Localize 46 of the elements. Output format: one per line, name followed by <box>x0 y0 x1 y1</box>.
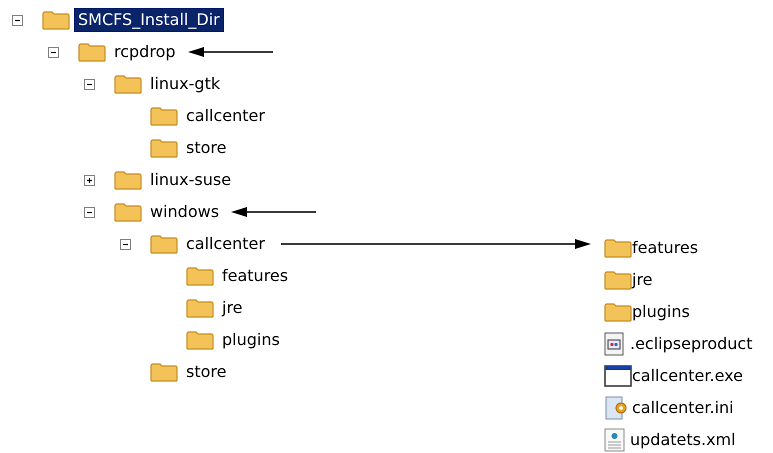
tree-item[interactable]: linux-suse <box>146 168 236 192</box>
tree-item[interactable]: SMCFS_Install_Dir <box>74 8 224 32</box>
folder-icon <box>186 266 214 286</box>
tree-item[interactable]: features <box>218 264 292 288</box>
folder-icon <box>114 202 142 222</box>
collapse-toggle[interactable] <box>84 206 95 218</box>
tree-item[interactable]: plugins <box>218 328 284 352</box>
folder-icon <box>114 74 142 94</box>
collapse-toggle[interactable] <box>84 78 95 90</box>
folder-icon <box>150 106 178 126</box>
file-item[interactable]: callcenter.exe <box>632 364 743 388</box>
folder-icon <box>150 138 178 158</box>
document-icon <box>604 332 626 356</box>
tree-item[interactable]: store <box>182 136 230 160</box>
tree-item[interactable]: callcenter <box>182 232 269 256</box>
folder-icon <box>150 362 178 382</box>
file-item[interactable]: .eclipseproduct <box>630 332 752 356</box>
settings-file-icon <box>604 396 628 420</box>
file-item[interactable]: updatets.xml <box>630 428 736 452</box>
window-icon <box>604 365 632 387</box>
tree-item[interactable]: rcpdrop <box>110 40 180 64</box>
folder-icon <box>186 330 214 350</box>
folder-icon <box>150 234 178 254</box>
tree-item[interactable]: jre <box>218 296 247 320</box>
folder-icon <box>604 302 632 322</box>
folder-icon <box>42 10 70 30</box>
file-item[interactable]: features <box>632 236 698 260</box>
collapse-toggle[interactable] <box>48 46 59 58</box>
tree-item[interactable]: windows <box>146 200 224 224</box>
collapse-toggle[interactable] <box>12 14 23 26</box>
collapse-toggle[interactable] <box>120 238 131 250</box>
folder-icon <box>78 42 106 62</box>
folder-icon <box>604 238 632 258</box>
arrow-icon <box>188 46 273 58</box>
expand-toggle[interactable] <box>84 174 95 186</box>
file-item[interactable]: plugins <box>632 300 690 324</box>
folder-icon <box>114 170 142 190</box>
arrow-icon <box>231 206 316 218</box>
file-item[interactable]: callcenter.ini <box>632 396 734 420</box>
folder-icon <box>604 270 632 290</box>
folder-icon <box>186 298 214 318</box>
tree-item[interactable]: linux-gtk <box>146 72 224 96</box>
arrow-icon <box>280 238 591 250</box>
tree-item[interactable]: store <box>182 360 230 384</box>
tree-item[interactable]: callcenter <box>182 104 269 128</box>
file-item[interactable]: jre <box>632 268 653 292</box>
